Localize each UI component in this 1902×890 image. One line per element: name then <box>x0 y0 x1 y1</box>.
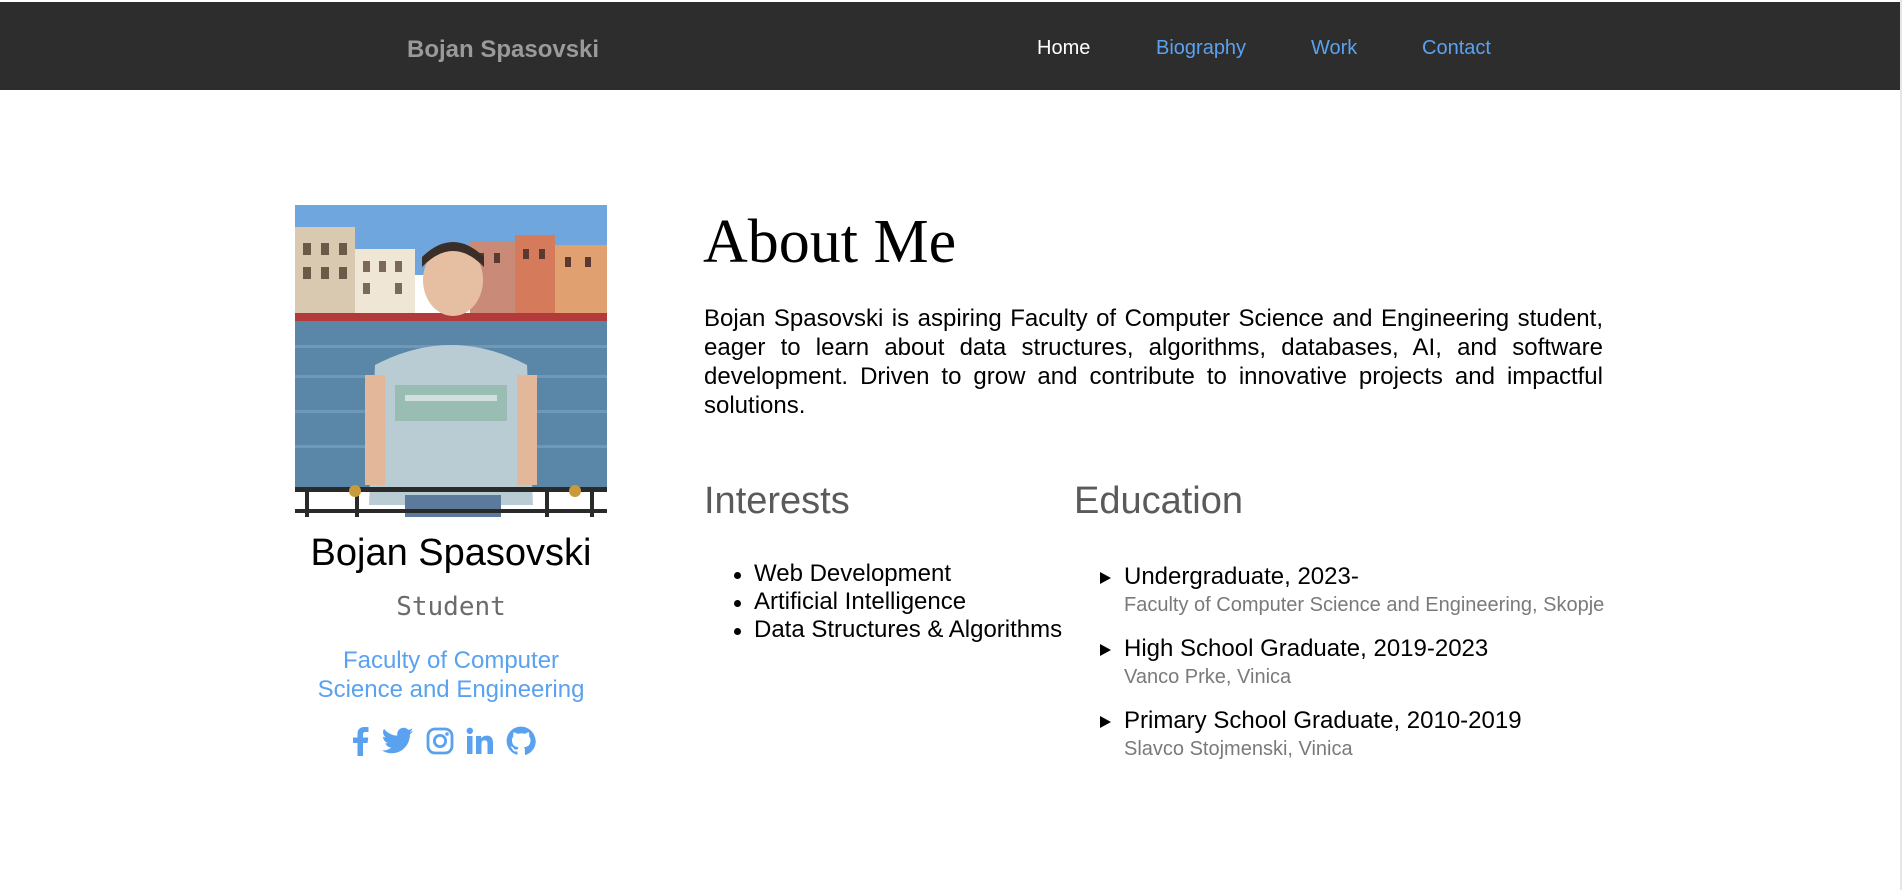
linkedin-icon[interactable] <box>466 727 494 755</box>
profile-school: Faculty of Computer Science and Engineer… <box>300 646 602 704</box>
education-place: Vanco Prke, Vinica <box>1124 666 1292 688</box>
education-heading: Education <box>1074 480 1244 522</box>
about-text: Bojan Spasovski is aspiring Faculty of C… <box>704 305 1603 419</box>
nav-home-link[interactable]: Home <box>1037 37 1090 60</box>
education-title: Undergraduate, 2023- <box>1124 563 1359 590</box>
education-title: High School Graduate, 2019-2023 <box>1124 635 1489 662</box>
interests-heading: Interests <box>704 480 850 522</box>
disclosure-triangle-icon[interactable] <box>1100 716 1111 728</box>
nav-contact-link[interactable]: Contact <box>1422 37 1491 60</box>
about-title: About Me <box>703 208 957 276</box>
disclosure-triangle-icon[interactable] <box>1100 572 1111 584</box>
facebook-icon[interactable] <box>350 726 370 756</box>
nav-work-link[interactable]: Work <box>1311 37 1357 60</box>
interest-item: Web Development <box>704 560 1062 588</box>
interest-item: Data Structures & Algorithms <box>704 616 1062 644</box>
disclosure-triangle-icon[interactable] <box>1100 644 1111 656</box>
interests-list: Web Development Artificial Intelligence … <box>704 560 1062 644</box>
profile-photo <box>295 205 607 517</box>
profile-role: Student <box>396 592 506 622</box>
education-place: Slavco Stojmenski, Vinica <box>1124 738 1353 760</box>
top-navbar: Bojan Spasovski Home Biography Work Cont… <box>0 2 1900 90</box>
site-brand[interactable]: Bojan Spasovski <box>407 36 599 64</box>
github-icon[interactable] <box>506 726 536 756</box>
profile-school-line-2: Science and Engineering <box>317 676 585 703</box>
social-links <box>350 724 536 758</box>
instagram-icon[interactable] <box>426 727 454 755</box>
education-place: Faculty of Computer Science and Engineer… <box>1124 594 1605 616</box>
interest-item: Artificial Intelligence <box>704 588 1062 616</box>
nav-biography-link[interactable]: Biography <box>1156 37 1246 60</box>
profile-name: Bojan Spasovski <box>310 532 592 574</box>
twitter-icon[interactable] <box>382 727 414 755</box>
education-title: Primary School Graduate, 2010-2019 <box>1124 707 1522 734</box>
profile-school-line-1: Faculty of Computer <box>342 647 560 674</box>
